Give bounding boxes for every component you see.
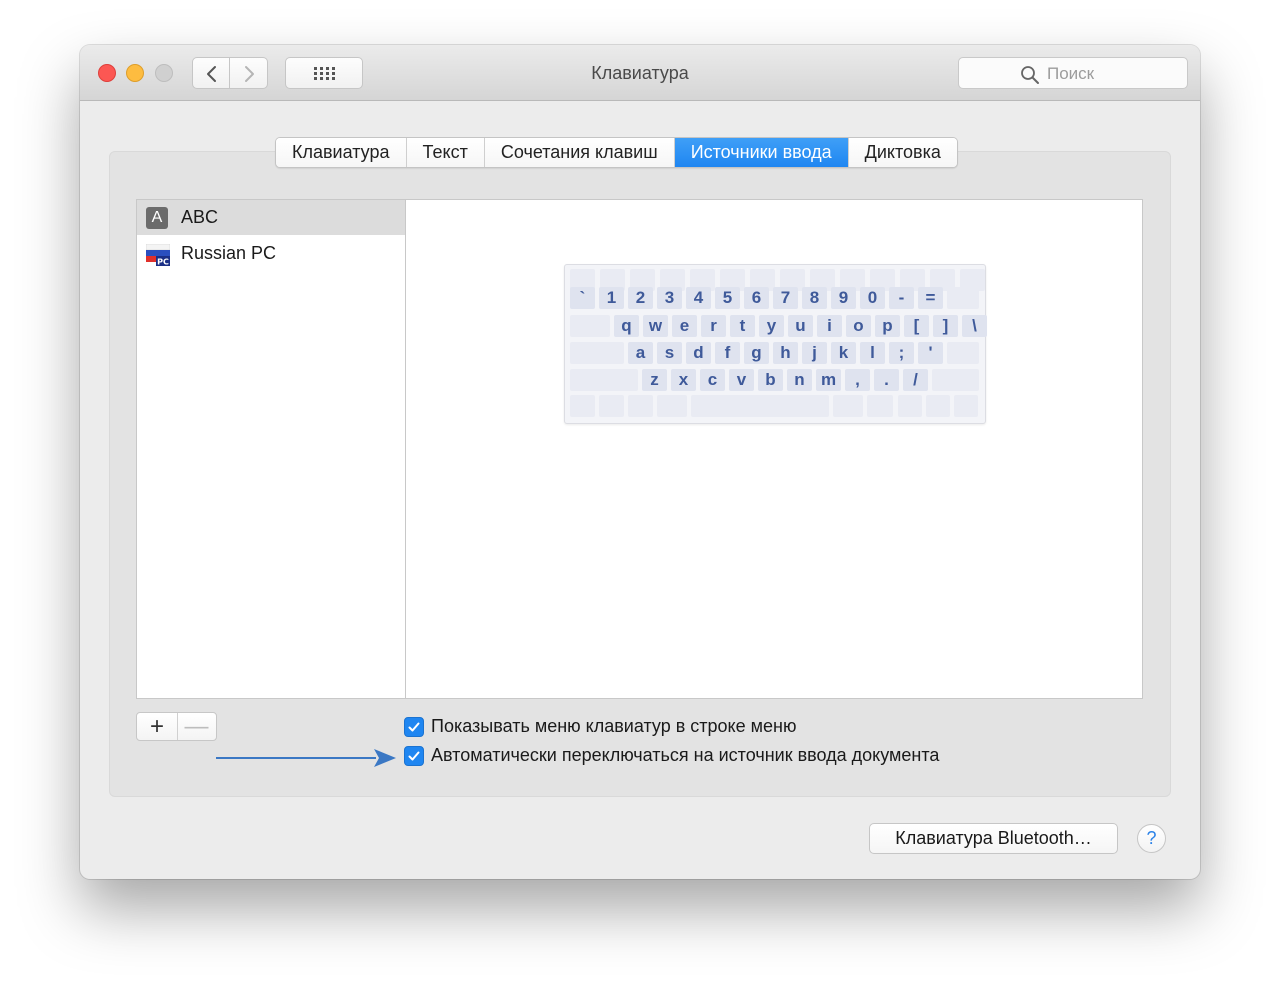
key-cap: ; — [889, 342, 914, 364]
key-cap: 4 — [686, 287, 711, 309]
modifier-key — [599, 395, 624, 417]
svg-text:PC: PC — [157, 258, 169, 267]
key-cap: n — [787, 369, 812, 391]
key-cap: x — [671, 369, 696, 391]
arrow-key — [898, 395, 922, 417]
bluetooth-keyboard-button[interactable]: Клавиатура Bluetooth… — [869, 823, 1118, 854]
key-cap: h — [773, 342, 798, 364]
search-icon — [1021, 66, 1039, 84]
key-cap: 8 — [802, 287, 827, 309]
list-item-label: ABC — [181, 207, 219, 227]
tab-text[interactable]: Текст — [406, 138, 485, 167]
key-cap: [ — [904, 315, 929, 337]
key-cap: 6 — [744, 287, 769, 309]
key-cap: 1 — [599, 287, 624, 309]
key-cap: d — [686, 342, 711, 364]
key-cap: b — [758, 369, 783, 391]
add-remove-control: + — — [136, 712, 217, 741]
key-cap: w — [643, 315, 668, 337]
checkmark-icon — [408, 751, 420, 761]
key-cap: u — [788, 315, 813, 337]
abc-icon: A — [146, 207, 168, 229]
keyboard-preview-pane: ` 1 2 3 4 5 6 7 8 9 0- = q w e r t y u i o p[] \ a s d f g h j k l; ' z x c… — [405, 199, 1143, 699]
space-bar-key — [691, 395, 829, 417]
key-cap: p — [875, 315, 900, 337]
key-cap: y — [759, 315, 784, 337]
modifier-key — [570, 395, 595, 417]
key-cap: 9 — [831, 287, 856, 309]
key-cap: r — [701, 315, 726, 337]
modifier-key — [570, 315, 610, 337]
key-cap: m — [816, 369, 841, 391]
key-cap: o — [846, 315, 871, 337]
key-cap: i — [817, 315, 842, 337]
title-bar: Клавиатура — [80, 45, 1200, 101]
modifier-key — [947, 342, 979, 364]
list-item-abc[interactable]: A ABC — [137, 200, 405, 235]
key-cap: k — [831, 342, 856, 364]
key-cap: \ — [962, 315, 987, 337]
key-cap: l — [860, 342, 885, 364]
list-item-russian-pc[interactable]: PC Russian PC — [137, 236, 405, 271]
input-sources-list[interactable]: A ABC PC Russian PC — [136, 199, 406, 699]
key-cap: . — [874, 369, 899, 391]
annotation-arrow-icon — [216, 749, 396, 767]
key-cap: e — [672, 315, 697, 337]
key-cap: 7 — [773, 287, 798, 309]
modifier-key — [867, 395, 893, 417]
modifier-key — [657, 395, 687, 417]
key-cap: g — [744, 342, 769, 364]
key-cap: ' — [918, 342, 943, 364]
modifier-key — [570, 342, 624, 364]
arrow-key — [926, 395, 950, 417]
add-button[interactable]: + — [137, 713, 178, 740]
keyboard-layout-preview: ` 1 2 3 4 5 6 7 8 9 0- = q w e r t y u i o p[] \ a s d f g h j k l; ' z x c… — [564, 264, 987, 424]
modifier-key — [947, 287, 979, 309]
key-cap: t — [730, 315, 755, 337]
key-cap: z — [642, 369, 667, 391]
help-button[interactable]: ? — [1137, 824, 1166, 853]
key-cap: c — [700, 369, 725, 391]
checkmark-icon — [408, 722, 420, 732]
tab-input-sources[interactable]: Источники ввода — [674, 138, 849, 167]
show-menu-label: Показывать меню клавиатур в строке меню — [431, 716, 797, 736]
tab-keyboard[interactable]: Клавиатура — [276, 138, 407, 167]
modifier-key — [833, 395, 863, 417]
key-cap: , — [845, 369, 870, 391]
search-input[interactable] — [1045, 62, 1179, 86]
key-cap: 5 — [715, 287, 740, 309]
key-cap: ` — [570, 287, 595, 309]
remove-button[interactable]: — — [177, 713, 216, 740]
key-cap: ] — [933, 315, 958, 337]
tab-dictation[interactable]: Диктовка — [848, 138, 957, 167]
modifier-key — [932, 369, 979, 391]
tab-bar: Клавиатура Текст Сочетания клавиш Источн… — [275, 137, 958, 168]
key-cap: s — [657, 342, 682, 364]
arrow-key — [954, 395, 978, 417]
key-cap: = — [918, 287, 943, 309]
modifier-key — [570, 369, 638, 391]
auto-switch-checkbox[interactable] — [404, 746, 424, 766]
auto-switch-label: Автоматически переключаться на источник … — [431, 745, 940, 765]
key-cap: j — [802, 342, 827, 364]
key-cap: f — [715, 342, 740, 364]
tab-shortcuts[interactable]: Сочетания клавиш — [484, 138, 675, 167]
search-field[interactable] — [958, 57, 1188, 89]
list-item-label: Russian PC — [181, 243, 277, 263]
key-cap: v — [729, 369, 754, 391]
show-menu-checkbox[interactable] — [404, 717, 424, 737]
key-cap: 2 — [628, 287, 653, 309]
key-cap: 0 — [860, 287, 885, 309]
modifier-key — [628, 395, 653, 417]
russian-flag-icon: PC — [146, 244, 170, 266]
key-cap: / — [903, 369, 928, 391]
key-cap: a — [628, 342, 653, 364]
key-cap: q — [614, 315, 639, 337]
key-cap: - — [889, 287, 914, 309]
key-cap: 3 — [657, 287, 682, 309]
